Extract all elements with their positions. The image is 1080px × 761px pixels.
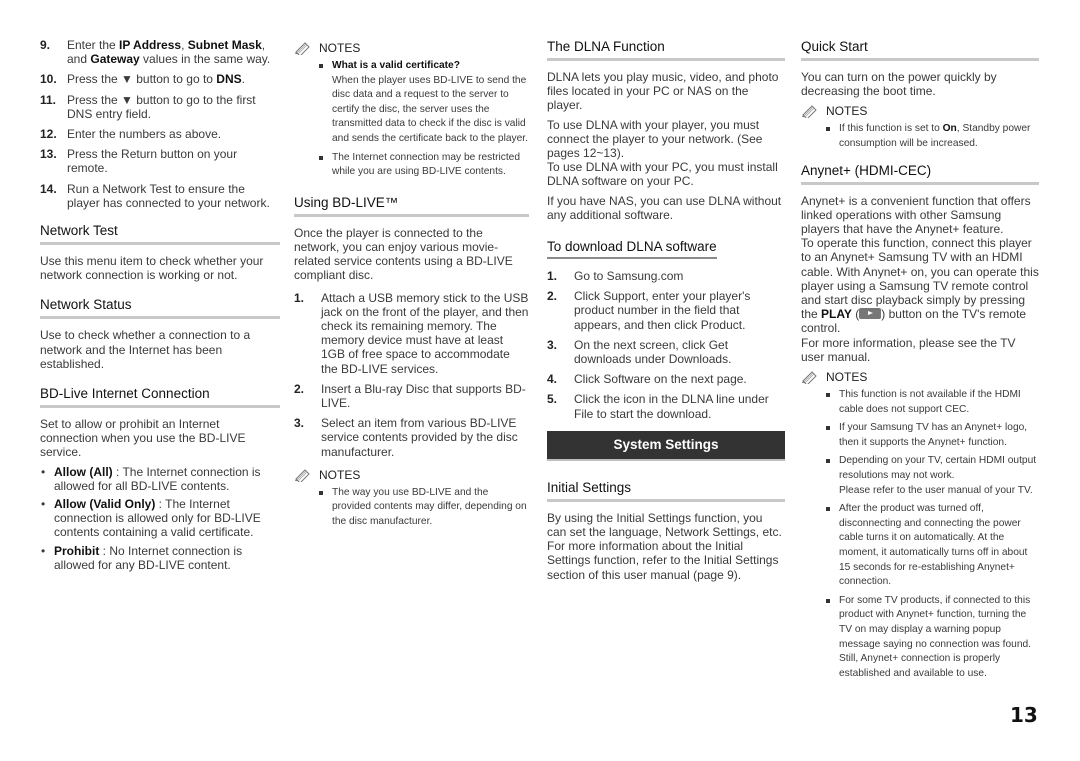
step-item: 10. Press the ▼ button to go to DNS. — [40, 72, 245, 87]
heading-rule — [40, 316, 280, 320]
play-button-icon — [859, 308, 882, 320]
paragraph: To operate this function, connect this p… — [801, 236, 1039, 336]
notes-list: This function is not available if the HD… — [801, 388, 1039, 681]
step-item: 14. Run a Network Test to ensure the play… — [40, 181, 270, 210]
notes-list: If this function is set to On, Standby p… — [801, 122, 1039, 151]
paragraph: To use DLNA with your player, you must c… — [547, 117, 763, 161]
section-heading: Network Test — [40, 223, 118, 239]
paragraph: You can turn on the power quickly by dec… — [801, 70, 997, 99]
heading-rule — [547, 498, 785, 502]
dlna-function-section: The DLNA Function DLNA lets you play mus… — [547, 38, 785, 222]
step-item: 13. Press the Return button on your remot… — [40, 147, 238, 176]
step-item: 3. Select an item from various BD-LIVE se… — [294, 416, 518, 459]
network-test-section: Network Test Use this menu item to check… — [40, 222, 280, 282]
note-item: This function is not available if the HD… — [825, 388, 1039, 417]
heading-rule — [547, 58, 785, 61]
section-heading: To download DLNA software — [547, 238, 717, 260]
step-item: 5. Click the icon in the DLNA line under … — [547, 392, 769, 421]
section-heading: Using BD-LIVE™ — [294, 194, 399, 210]
section-body: Use this menu item to check whether your… — [40, 254, 264, 283]
notes-list: The way you use BD-LIVE and the provided… — [294, 486, 529, 530]
pencil-icon — [294, 41, 312, 55]
notes-heading: NOTES — [294, 467, 529, 483]
system-settings-banner: System Settings — [547, 430, 785, 461]
step-item: 4. Click Software on the next page. — [547, 372, 747, 387]
bdlive-steps-list: 1. Attach a USB memory stick to the USB j… — [294, 291, 529, 459]
option-item: • Allow (All) : The Internet connection i… — [41, 464, 261, 493]
quick-start-section: Quick Start You can turn on the power qu… — [801, 38, 1039, 152]
section-heading: BD-Live Internet Connection — [40, 386, 210, 402]
option-item: • Prohibit : No Internet connection is al… — [41, 543, 243, 572]
step-item: 9. Enter the IP Address, Subnet Mask, and… — [40, 38, 271, 67]
step-item: 1. Attach a USB memory stick to the USB j… — [294, 290, 529, 376]
heading-rule — [801, 58, 1039, 61]
paragraph: For more information about the Initial S… — [547, 539, 779, 582]
using-bdlive-section: Using BD-LIVE™ Once the player is connec… — [294, 194, 529, 530]
option-item: • Allow (Valid Only) : The Internet conne… — [41, 497, 261, 540]
note-item: If your Samsung TV has an Anynet+ logo, … — [825, 421, 1039, 450]
note-item: For some TV products, if connected to th… — [825, 594, 1039, 682]
column-1: 9. Enter the IP Address, Subnet Mask, and… — [40, 38, 280, 582]
step-item: 1. Go to Samsung.com — [547, 269, 684, 284]
note-item: If this function is set to On, Standby p… — [825, 122, 1039, 151]
paragraph: Anynet+ is a convenient function that of… — [801, 193, 1031, 236]
heading-rule — [40, 405, 280, 409]
note-item: The Internet connection may be restricte… — [318, 151, 529, 180]
heading-rule — [801, 181, 1039, 185]
paragraph: If you have NAS, you can use DLNA withou… — [547, 193, 782, 222]
note-item: The way you use BD-LIVE and the provided… — [318, 486, 529, 530]
pencil-icon — [801, 370, 819, 384]
bdlive-connection-section: BD-Live Internet Connection Set to allow… — [40, 385, 280, 572]
paragraph: By using the Initial Settings function, … — [547, 510, 782, 540]
dns-steps-list: 9. Enter the IP Address, Subnet Mask, and… — [40, 38, 280, 210]
notes-heading: NOTES — [294, 40, 529, 56]
note-item: After the product was turned off, discon… — [825, 502, 1039, 590]
bdlive-options-list: • Allow (All) : The Internet connection i… — [40, 465, 280, 572]
notes-heading: NOTES — [801, 369, 1039, 385]
pencil-icon — [294, 468, 312, 482]
note-item: What is a valid certificate? When the pla… — [318, 59, 529, 147]
column-4: Quick Start You can turn on the power qu… — [801, 38, 1039, 691]
section-heading: Initial Settings — [547, 479, 632, 495]
step-item: 2. Insert a Blu-ray Disc that supports BD… — [294, 381, 526, 410]
notes-list: What is a valid certificate? When the pla… — [294, 59, 529, 180]
heading-rule — [40, 242, 280, 246]
section-body: Set to allow or prohibit an Internet con… — [40, 417, 246, 460]
section-heading: Quick Start — [801, 39, 868, 54]
paragraph: To use DLNA with your PC, you must insta… — [547, 160, 778, 189]
page-number: 13 — [1010, 703, 1038, 727]
step-item: 11. Press the ▼ button to go to the first… — [40, 92, 256, 121]
section-heading: Network Status — [40, 297, 132, 313]
section-heading: The DLNA Function — [547, 39, 665, 54]
anynet-section: Anynet+ (HDMI-CEC) Anynet+ is a convenie… — [801, 162, 1039, 682]
download-steps-list: 1. Go to Samsung.com 2. Click Support, ent… — [547, 269, 785, 421]
section-body: Use to check whether a connection to a n… — [40, 328, 251, 371]
notes-heading: NOTES — [801, 103, 1039, 119]
paragraph: DLNA lets you play music, video, and pho… — [547, 70, 779, 113]
paragraph: For more information, please see the TV … — [801, 335, 1016, 364]
pencil-icon — [801, 104, 819, 118]
section-heading: Anynet+ (HDMI-CEC) — [801, 162, 932, 178]
initial-settings-section: Initial Settings By using the Initial Se… — [547, 479, 785, 582]
section-body: Once the player is connected to the netw… — [294, 225, 513, 283]
download-dlna-section: To download DLNA software 1. Go to Samsun… — [547, 238, 785, 421]
note-item: Depending on your TV, certain HDMI outpu… — [825, 454, 1039, 498]
step-item: 2. Click Support, enter your player's pro… — [547, 289, 751, 332]
column-3: The DLNA Function DLNA lets you play mus… — [547, 38, 785, 592]
column-2: NOTES What is a valid certificate? When t… — [294, 38, 529, 540]
network-status-section: Network Status Use to check whether a co… — [40, 296, 280, 371]
step-item: 3. On the next screen, click Get download… — [547, 337, 732, 367]
step-item: 12. Enter the numbers as above. — [40, 127, 222, 142]
heading-rule — [294, 213, 529, 217]
